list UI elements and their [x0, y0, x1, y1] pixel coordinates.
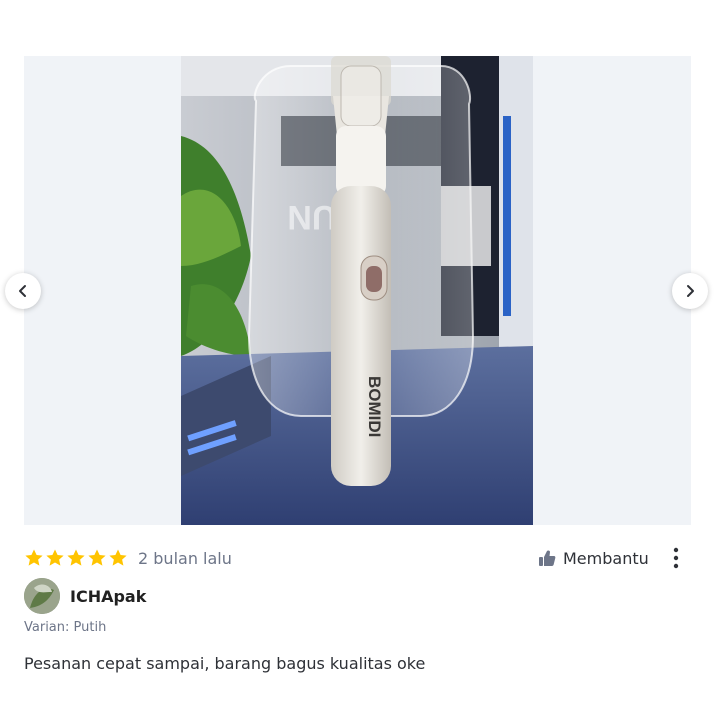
star-icon [67, 549, 85, 566]
variant-label: Varian: Putih [24, 620, 107, 635]
chevron-left-icon [19, 285, 26, 297]
star-icon [25, 549, 43, 566]
chevron-right-icon [687, 285, 694, 297]
next-image-button[interactable] [672, 273, 708, 309]
review-time: 2 bulan lalu [138, 548, 232, 568]
more-options-button[interactable] [666, 545, 686, 571]
svg-text:BOMIDI: BOMIDI [365, 376, 384, 437]
review-text: Pesanan cepat sampai, barang bagus kuali… [24, 654, 426, 673]
previous-image-button[interactable] [5, 273, 41, 309]
rating-row: 2 bulan lalu [24, 546, 232, 570]
helpful-button[interactable]: Membantu [538, 546, 649, 570]
avatar [24, 578, 60, 614]
review-image-gallery: HUN BOMIDI [24, 56, 691, 525]
star-icon [46, 549, 64, 566]
reviewer-info: ICHApak [24, 578, 146, 614]
more-vertical-icon [673, 547, 679, 569]
review-photo[interactable]: HUN BOMIDI [181, 56, 533, 525]
reviewer-name: ICHApak [70, 586, 147, 606]
review-photo-image: HUN BOMIDI [181, 56, 533, 525]
star-icon [109, 549, 127, 566]
star-icon [88, 549, 106, 566]
star-rating [24, 548, 128, 568]
avatar-image [24, 578, 60, 614]
helpful-label: Membantu [563, 548, 649, 568]
thumbs-up-icon [539, 550, 556, 566]
